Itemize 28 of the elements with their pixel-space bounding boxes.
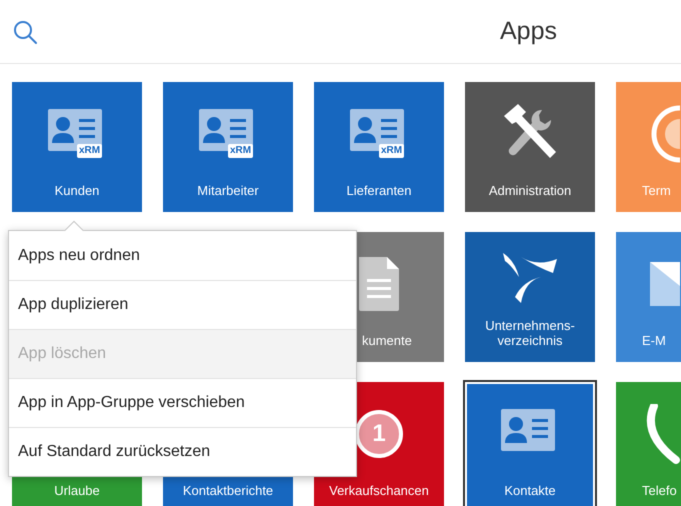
menu-item[interactable]: Auf Standard zurücksetzen — [9, 427, 356, 476]
count-badge: 1 — [355, 410, 403, 458]
tile-label: Verkaufschancen — [329, 483, 429, 498]
app-tile[interactable]: E-M — [616, 232, 681, 362]
app-tile[interactable]: xRM Mitarbeiter — [163, 82, 293, 212]
page-title: Apps — [500, 16, 557, 47]
app-tile[interactable]: Kontakte — [465, 382, 595, 506]
tile-label: Term — [641, 183, 671, 198]
xrm-tag: xRM — [77, 144, 102, 158]
xrm-tag: xRM — [228, 144, 254, 158]
tile-label: Administration — [488, 183, 572, 198]
tile-label: Mitarbeiter — [197, 183, 259, 198]
tile-label: Urlaube — [54, 483, 100, 498]
xrm-tag: xRM — [379, 144, 404, 158]
app-tile[interactable]: Telefo — [616, 382, 681, 506]
tile-label: Telefo — [641, 483, 677, 498]
app-tile[interactable]: xRM Lieferanten — [314, 82, 444, 212]
app-tile[interactable]: xRM Kunden — [12, 82, 142, 212]
app-tile[interactable]: Administration — [465, 82, 595, 212]
menu-item[interactable]: App in App-Gruppe verschieben — [9, 378, 356, 427]
tile-label: Kunden — [54, 183, 100, 198]
tile-label: Lieferanten — [346, 183, 412, 198]
tile-label: Kontakte — [504, 483, 556, 498]
tile-label: Kontaktberichte — [182, 483, 274, 498]
app-tile[interactable]: Unternehmens- verzeichnis — [465, 232, 595, 362]
tile-label: kumente — [361, 333, 412, 348]
tile-label: Unternehmens- verzeichnis — [485, 318, 575, 348]
tile-label: E-M — [641, 333, 666, 348]
